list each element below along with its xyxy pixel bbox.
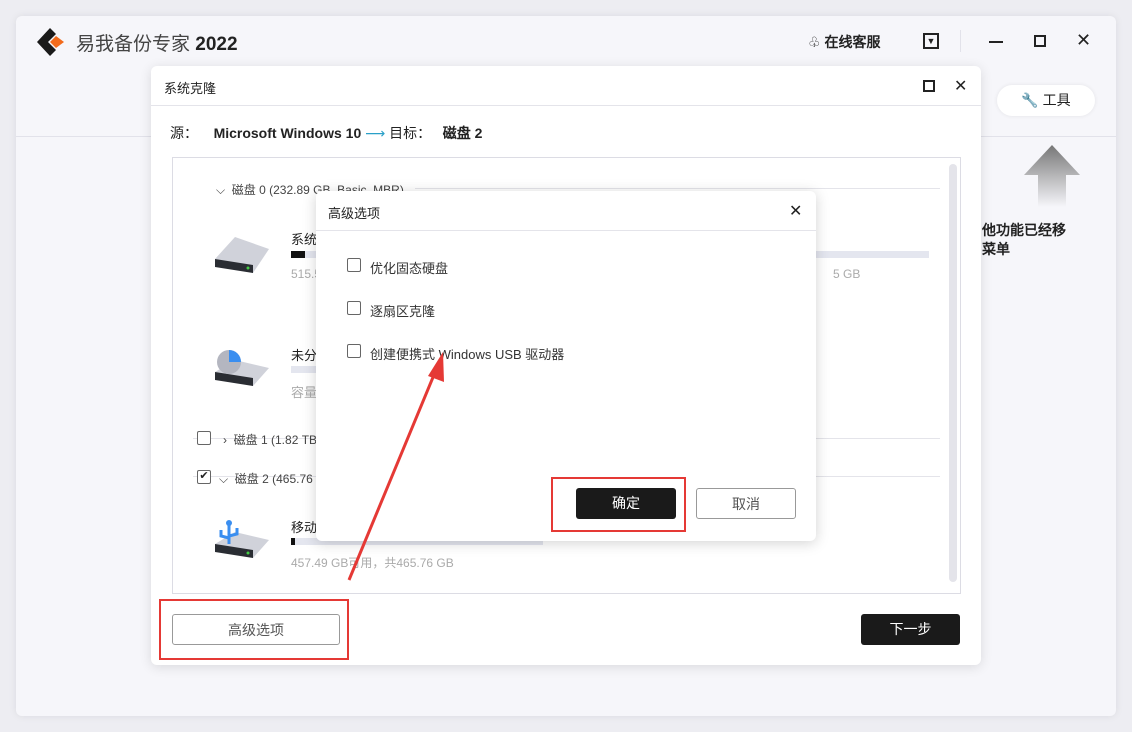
source-target-row: 源： Microsoft Windows 10 ⟶ 目标： 磁盘 2 [170, 123, 482, 143]
divider [960, 30, 961, 52]
source-label: 源： [170, 125, 198, 141]
divider [415, 188, 940, 189]
maximize-icon[interactable] [923, 80, 935, 92]
target-value: 磁盘 2 [443, 125, 483, 141]
dialog-title: 系统克隆 [164, 78, 216, 97]
wrench-icon: 🔧 [1021, 92, 1038, 108]
dropdown-menu-icon[interactable]: ▼ [923, 33, 939, 49]
usb-drive-icon [213, 520, 271, 560]
online-support-label: 在线客服 [824, 34, 880, 50]
cancel-button[interactable]: 取消 [696, 488, 796, 519]
close-icon[interactable]: ✕ [1076, 30, 1091, 51]
app-logo-icon [36, 27, 68, 57]
option-label[interactable]: 逐扇区克隆 [370, 301, 435, 320]
dialog-title: 高级选项 [328, 203, 380, 222]
qq-icon: ♧ [808, 34, 821, 50]
target-label: 目标： [389, 125, 431, 141]
next-button[interactable]: 下一步 [861, 614, 960, 645]
scrollbar[interactable] [949, 164, 957, 582]
advanced-options-dialog: 高级选项 ✕ 优化固态硬盘 逐扇区克隆 创建便携式 Windows USB 驱动… [316, 191, 816, 541]
partition-name: 移动 [291, 517, 317, 536]
ok-button[interactable]: 确定 [576, 488, 676, 519]
close-icon[interactable]: ✕ [789, 201, 802, 221]
app-name: 易我备份专家 [76, 34, 190, 55]
option-label[interactable]: 创建便携式 Windows USB 驱动器 [370, 344, 564, 363]
divider [316, 230, 816, 231]
partition-size: 5 GB [833, 267, 860, 281]
app-version: 2022 [195, 34, 237, 55]
partition-name: 未分 [291, 345, 317, 364]
partition-info: 457.49 GB可用，共465.76 GB [291, 554, 454, 571]
portable-usb-checkbox[interactable] [347, 344, 361, 358]
minimize-icon[interactable] [989, 41, 1003, 43]
source-value: Microsoft Windows 10 [214, 125, 362, 141]
disk-1-header[interactable]: › 磁盘 1 (1.82 TB [223, 431, 317, 448]
moved-notice-line1: 他功能已经移 [982, 221, 1066, 240]
close-icon[interactable]: ✕ [954, 76, 967, 96]
disk-label: 磁盘 1 (1.82 TB [234, 433, 317, 447]
advanced-options-button[interactable]: 高级选项 [172, 614, 340, 645]
tools-label: 工具 [1043, 92, 1071, 108]
online-support-button[interactable]: ♧ 在线客服 [808, 32, 880, 52]
maximize-icon[interactable] [1034, 35, 1046, 47]
optimize-ssd-checkbox[interactable] [347, 258, 361, 272]
up-arrow-icon [1022, 145, 1082, 207]
disk-2-checkbox[interactable]: ✔ [197, 470, 211, 484]
tools-button[interactable]: 🔧 工具 [997, 85, 1095, 116]
partition-name: 系统 [291, 229, 317, 248]
moved-notice: 他功能已经移菜单 [982, 221, 1066, 259]
arrow-right-icon: ⟶ [365, 125, 385, 141]
hard-drive-icon [213, 235, 271, 275]
option-label[interactable]: 优化固态硬盘 [370, 258, 448, 277]
unallocated-drive-icon [213, 348, 271, 388]
app-title: 易我备份专家 2022 [76, 29, 238, 56]
partition-info: 容量 [291, 382, 317, 401]
disk-1-checkbox[interactable] [197, 431, 211, 445]
sector-clone-checkbox[interactable] [347, 301, 361, 315]
divider [151, 105, 981, 106]
moved-notice-line2: 菜单 [982, 240, 1066, 259]
